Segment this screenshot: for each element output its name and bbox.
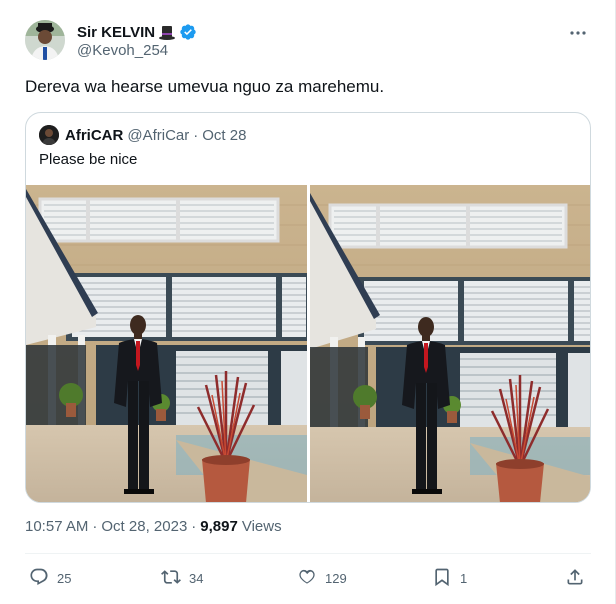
action-bar: 25 34 129 1	[25, 562, 591, 594]
retweet-icon	[161, 567, 181, 590]
divider-top	[25, 553, 591, 554]
author-avatar[interactable]	[25, 20, 65, 60]
quoted-tweet[interactable]: AfriCAR @AfriCar · Oct 28 Please be nice	[25, 112, 591, 503]
views-label: Views	[241, 518, 282, 535]
reply-button[interactable]: 25	[29, 562, 71, 594]
reply-icon	[29, 567, 49, 590]
quoted-display-name[interactable]: AfriCAR	[65, 127, 123, 144]
quoted-date[interactable]: Oct 28	[202, 127, 246, 144]
bookmark-count: 1	[460, 570, 468, 586]
meta-separator-2: ·	[191, 518, 197, 535]
tweet-card: Sir KELVIN @Kevoh_254 Dereva wa hearse u…	[0, 0, 616, 604]
views-count[interactable]: 9,897	[200, 518, 238, 535]
tweet-time[interactable]: 10:57 AM	[25, 518, 88, 535]
more-options-icon[interactable]	[568, 23, 588, 43]
author-name-row[interactable]: Sir KELVIN	[77, 22, 197, 42]
quoted-separator: ·	[193, 126, 199, 144]
reply-count: 25	[57, 570, 72, 586]
bookmark-icon	[432, 567, 452, 590]
like-count: 129	[325, 570, 347, 586]
quoted-header: AfriCAR @AfriCar · Oct 28	[65, 125, 246, 145]
quoted-author-avatar[interactable]	[39, 125, 59, 145]
share-icon	[565, 567, 585, 590]
quoted-photo-2[interactable]	[310, 185, 590, 502]
tweet-date[interactable]: Oct 28, 2023	[101, 518, 187, 535]
tweet-text: Dereva wa hearse umevua nguo za marehemu…	[25, 77, 385, 96]
tweet-meta: 10:57 AM · Oct 28, 2023 · 9,897 Views	[25, 518, 282, 535]
top-hat-icon	[158, 23, 176, 41]
quoted-photo-1[interactable]	[26, 185, 307, 502]
quoted-handle[interactable]: @AfriCar	[127, 127, 189, 144]
retweet-button[interactable]: 34	[161, 562, 203, 594]
verified-badge-icon[interactable]	[179, 23, 197, 41]
quoted-text: Please be nice	[39, 151, 138, 168]
retweet-count: 34	[189, 570, 204, 586]
author-display-name[interactable]: Sir KELVIN	[77, 24, 155, 41]
like-button[interactable]: 129	[297, 562, 347, 594]
share-button[interactable]	[565, 562, 585, 594]
bookmark-button[interactable]: 1	[432, 562, 467, 594]
meta-separator: ·	[92, 518, 98, 535]
author-handle[interactable]: @Kevoh_254	[77, 42, 168, 59]
heart-icon	[297, 567, 317, 590]
